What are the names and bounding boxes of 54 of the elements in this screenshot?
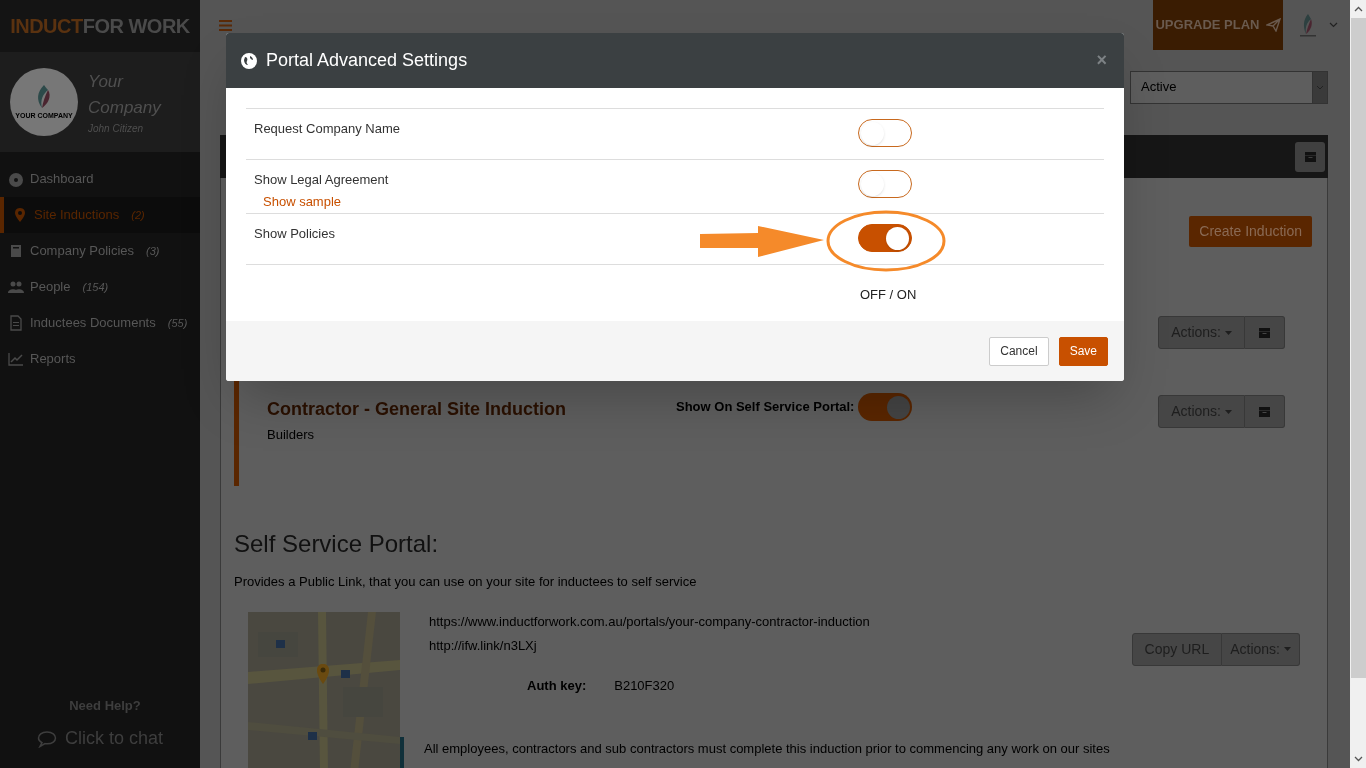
- sidebar-item[interactable]: Company Policies (3): [0, 233, 200, 269]
- sidebar-item[interactable]: Site Inductions (2): [0, 197, 200, 233]
- portal-url[interactable]: https://www.inductforwork.com.au/portals/your-company-contractor-induction: [429, 611, 1110, 631]
- chat-bubble-icon: [36, 729, 57, 748]
- sidebar-item[interactable]: Reports: [0, 341, 200, 377]
- book-icon: [8, 243, 24, 259]
- short-url[interactable]: http://ifw.link/n3LXj: [429, 636, 1110, 656]
- setting-label: Show Policies: [254, 225, 336, 243]
- section-description: Provides a Public Link, that you can use on your site for inductees to self service: [234, 573, 698, 591]
- dashboard-icon: [8, 171, 24, 187]
- section-heading: Self Service Portal:: [234, 529, 440, 559]
- sidebar-item[interactable]: Inductees Documents (55): [0, 305, 200, 341]
- archive-button[interactable]: [1245, 316, 1285, 349]
- dialog-title: Portal Advanced Settings: [266, 49, 468, 72]
- setting-label: Request Company Name: [254, 120, 401, 138]
- sidebar-item[interactable]: Dashboard: [0, 161, 200, 197]
- document-icon: [8, 315, 24, 331]
- upgrade-plan-button[interactable]: UPGRADE PLAN: [1153, 0, 1283, 50]
- cancel-button[interactable]: Cancel: [989, 336, 1049, 366]
- save-button[interactable]: Save: [1058, 336, 1108, 366]
- induction-subtitle: Builders: [267, 426, 315, 444]
- portal-toggle-label: Show On Self Service Portal:: [676, 398, 855, 417]
- setting-label: Show Legal Agreement: [254, 171, 390, 189]
- notice-text: All employees, contractors and sub contractors must complete this induction prior to commencing any work on our sites: [423, 740, 1110, 758]
- auth-key-label: Auth key:: [527, 676, 587, 695]
- chevron-down-icon[interactable]: [1329, 22, 1338, 28]
- archive-icon: [1304, 151, 1316, 162]
- paper-plane-icon: [1265, 18, 1281, 32]
- chart-icon: [8, 351, 24, 367]
- create-induction-button[interactable]: Create Induction: [1189, 216, 1312, 247]
- archive-button[interactable]: [1245, 395, 1285, 428]
- archive-icon: [1259, 327, 1270, 338]
- toggle-legend: OFF / ON: [860, 285, 917, 305]
- toggle-switch[interactable]: [858, 170, 912, 198]
- toggle-switch[interactable]: [858, 224, 912, 252]
- status-select[interactable]: Active: [1130, 70, 1328, 104]
- induction-title[interactable]: Contractor - General Site Induction: [267, 396, 676, 423]
- auth-key-value: B210F320: [614, 676, 675, 695]
- close-button[interactable]: ×: [1096, 47, 1107, 74]
- scroll-up-icon[interactable]: [1353, 6, 1363, 12]
- toggle-switch[interactable]: [858, 119, 912, 147]
- archive-button[interactable]: [1295, 141, 1325, 172]
- toggle-switch[interactable]: [858, 393, 913, 421]
- show-sample-link[interactable]: Show sample: [263, 191, 694, 211]
- caret-icon: [1225, 409, 1232, 414]
- sidebar-item[interactable]: People (154): [0, 269, 200, 305]
- caret-icon: [1284, 647, 1291, 651]
- people-icon: [8, 279, 24, 295]
- scroll-down-icon[interactable]: [1353, 756, 1363, 762]
- caret-icon: [1225, 330, 1232, 335]
- archive-icon: [1259, 406, 1270, 417]
- pin-icon: [12, 207, 28, 223]
- chevron-down-icon: [1316, 84, 1324, 90]
- globe-icon: [241, 52, 257, 69]
